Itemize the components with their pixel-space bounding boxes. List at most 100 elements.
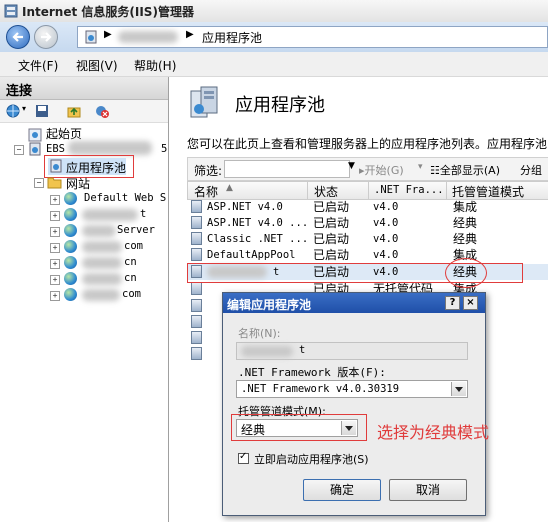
- pool-mode: 经典: [453, 216, 478, 230]
- start-immediately-checkbox[interactable]: ✓: [238, 451, 249, 464]
- expand-site-icon[interactable]: +: [50, 291, 60, 301]
- start-filter-button[interactable]: ▸开始(G): [359, 162, 404, 178]
- name-redacted: [241, 346, 293, 357]
- start-immediately-label: 立即启动应用程序池(S): [254, 453, 369, 466]
- edit-app-pool-dialog: 编辑应用程序池 ? × 名称(N): t .NET Framework 版本(F…: [222, 292, 486, 516]
- ok-button[interactable]: 确定: [303, 479, 381, 501]
- site-name-redacted: [82, 209, 138, 221]
- dialog-help-button[interactable]: ?: [445, 296, 460, 310]
- table-row[interactable]: ASP.NET v4.0 已启动 v4.0 集成: [187, 199, 548, 215]
- pool-net: v4.0: [373, 249, 399, 261]
- dialog-close-button[interactable]: ×: [463, 296, 478, 310]
- tree-sites[interactable]: 网站: [66, 175, 90, 192]
- website-globe-icon: [64, 224, 77, 237]
- pool-net: v4.0: [373, 201, 399, 213]
- app-pool-icon: [191, 216, 202, 229]
- site-name-redacted: [82, 241, 122, 253]
- back-button[interactable]: [6, 25, 30, 49]
- website-globe-icon: [64, 192, 77, 205]
- folder-icon: [47, 177, 62, 189]
- breadcrumb-current[interactable]: 应用程序池: [202, 29, 262, 46]
- tree-site-item[interactable]: com: [122, 288, 141, 300]
- app-pool-icon: [191, 232, 202, 245]
- tree-site-item[interactable]: com: [124, 240, 143, 252]
- collapse-server-icon[interactable]: −: [14, 145, 24, 155]
- disconnect-icon[interactable]: [94, 103, 110, 119]
- tree-site-item[interactable]: cn: [124, 256, 137, 268]
- forward-button[interactable]: [34, 25, 58, 49]
- tree-server-suffix: 5: [161, 143, 168, 155]
- expand-site-icon[interactable]: +: [50, 211, 60, 221]
- pipeline-mode-highlight-box: [231, 414, 367, 441]
- website-globe-icon: [64, 208, 77, 221]
- filter-input[interactable]: [224, 160, 350, 178]
- menu-help[interactable]: 帮助(H): [134, 57, 176, 74]
- expand-site-icon[interactable]: +: [50, 227, 60, 237]
- menu-view[interactable]: 视图(V): [76, 57, 118, 74]
- expand-site-icon[interactable]: +: [50, 275, 60, 285]
- pool-mode: 集成: [453, 200, 478, 214]
- net-version-value: .NET Framework v4.0.30319: [241, 383, 400, 395]
- annotation-text: 选择为经典模式: [377, 423, 490, 442]
- col-divider[interactable]: [368, 182, 369, 199]
- pool-status: 已启动: [313, 200, 350, 214]
- tree-start-page[interactable]: 起始页: [46, 125, 82, 142]
- tree-site-item[interactable]: t: [140, 208, 146, 220]
- app-pools-header-icon: [190, 86, 218, 118]
- tree-site-item[interactable]: Default Web S: [84, 192, 166, 204]
- site-name-redacted: [82, 273, 122, 285]
- pool-status: 已启动: [313, 232, 350, 246]
- pool-net: v4.0: [373, 217, 399, 229]
- site-name-redacted: [82, 289, 120, 301]
- col-name[interactable]: 名称: [194, 183, 218, 200]
- address-bar: ▶ ▶ 应用程序池: [0, 22, 548, 52]
- site-name-redacted: [82, 225, 116, 237]
- expand-site-icon[interactable]: +: [50, 259, 60, 269]
- col-divider[interactable]: [307, 182, 308, 199]
- net-version-select[interactable]: .NET Framework v4.0.30319: [236, 380, 468, 398]
- col-net-version[interactable]: .NET Fra...: [374, 184, 444, 196]
- app-pool-icon: [191, 299, 202, 312]
- cancel-button[interactable]: 取消: [389, 479, 467, 501]
- breadcrumb-separator-icon: ▶: [186, 29, 194, 40]
- table-header: 名称 ▲ 状态 .NET Fra... 托管管道模式: [187, 181, 548, 200]
- website-globe-icon: [64, 240, 77, 253]
- pool-status: 已启动: [313, 216, 350, 230]
- connections-toolbar: ▾: [0, 100, 168, 123]
- app-pool-icon: [191, 200, 202, 213]
- pool-net: v4.0: [373, 233, 399, 245]
- chevron-down-icon[interactable]: [451, 382, 466, 396]
- checkmark-icon: ✓: [239, 451, 248, 462]
- site-name-redacted: [82, 257, 122, 269]
- group-by-button[interactable]: 分组: [520, 162, 542, 178]
- collapse-sites-icon[interactable]: −: [34, 178, 44, 188]
- connections-title: 连接: [6, 84, 33, 99]
- tree-site-item[interactable]: cn: [124, 272, 137, 284]
- connections-panel: 连接 ▾ 起始页 − EBS 5 应用程序池 − 网站 + Default We…: [0, 77, 169, 522]
- expand-site-icon[interactable]: +: [50, 243, 60, 253]
- expand-site-icon[interactable]: +: [50, 195, 60, 205]
- col-status[interactable]: 状态: [314, 183, 338, 200]
- up-folder-icon[interactable]: [66, 103, 82, 119]
- table-row[interactable]: DefaultAppPool 已启动 v4.0 集成: [187, 247, 548, 263]
- breadcrumb-server-redacted[interactable]: [118, 31, 178, 43]
- address-breadcrumb[interactable]: ▶ ▶ 应用程序池: [77, 26, 548, 48]
- table-row[interactable]: ASP.NET v4.0 ... 已启动 v4.0 经典: [187, 215, 548, 231]
- filter-label: 筛选:: [194, 164, 223, 178]
- show-all-button[interactable]: ☷全部显示(A): [430, 162, 500, 178]
- tree-server-redacted: [68, 141, 152, 155]
- col-pipeline-mode[interactable]: 托管管道模式: [452, 183, 524, 200]
- tree-site-item[interactable]: Server: [117, 224, 155, 236]
- website-globe-icon: [64, 256, 77, 269]
- filter-dropdown-icon[interactable]: ▼: [348, 161, 355, 171]
- menu-file[interactable]: 文件(F): [18, 57, 58, 74]
- col-divider[interactable]: [446, 182, 447, 199]
- table-row[interactable]: Classic .NET ... 已启动 v4.0 经典: [187, 231, 548, 247]
- start-dropdown-icon[interactable]: ▾: [418, 162, 423, 172]
- name-field: t: [236, 342, 468, 360]
- save-icon[interactable]: [34, 103, 50, 119]
- dropdown-arrow-icon[interactable]: ▾: [22, 104, 26, 113]
- menu-bar: 文件(F) 视图(V) 帮助(H): [0, 52, 548, 77]
- connect-globe-icon[interactable]: [5, 103, 21, 119]
- tree-server-prefix[interactable]: EBS: [46, 143, 65, 155]
